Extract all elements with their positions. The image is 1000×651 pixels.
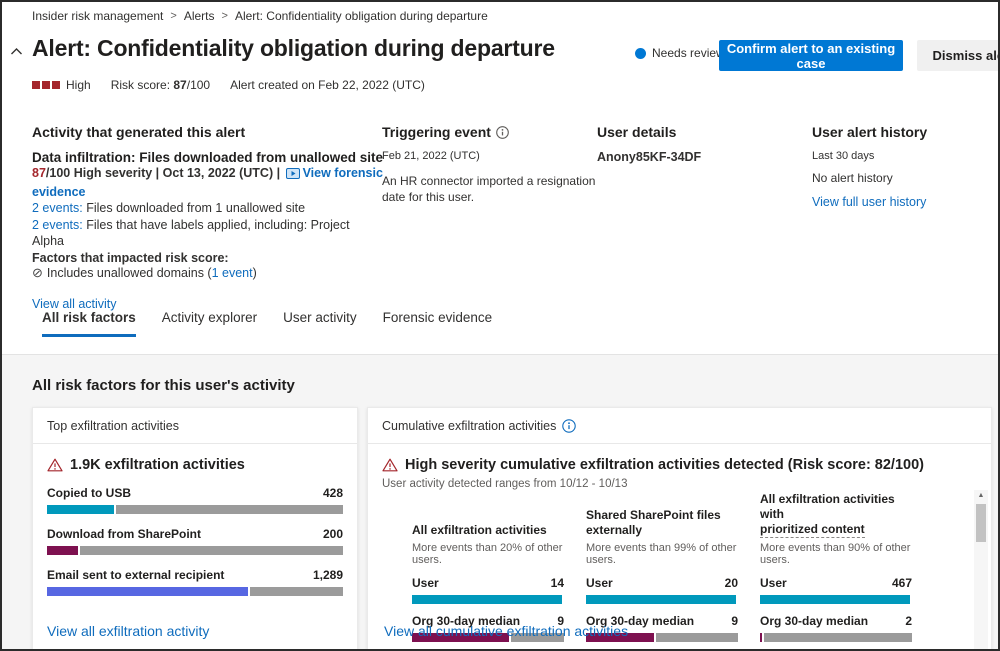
- tab-activity-explorer[interactable]: Activity explorer: [162, 310, 257, 337]
- info-icon[interactable]: [496, 126, 509, 139]
- severity-label: High: [66, 78, 91, 92]
- alert-meta-row: High Risk score: 87/100 Alert created on…: [32, 78, 425, 92]
- median-metric: Org 30-day median2: [760, 614, 912, 642]
- needs-review-dot-icon: [635, 48, 646, 59]
- activity-heading: Activity that generated this alert: [32, 124, 384, 140]
- card-scrollbar[interactable]: ▲ ▼: [974, 490, 988, 651]
- activity-event-line: 2 events: Files downloaded from 1 unallo…: [32, 200, 384, 217]
- collapse-header-button[interactable]: [7, 43, 25, 61]
- risk-factors-section: All risk factors for this user's activit…: [2, 354, 998, 651]
- events-link[interactable]: 2 events:: [32, 201, 83, 215]
- percentile-comparison: More events than 20% of other users.: [412, 542, 564, 566]
- user-metric: User467: [760, 576, 912, 604]
- forensic-evidence-icon: [286, 167, 300, 184]
- activity-date-range: User activity detected ranges from 10/12…: [382, 478, 977, 490]
- user-details-heading: User details: [597, 124, 792, 140]
- bar-value: 1,289: [313, 568, 343, 582]
- user-details-section: User details Anony85KF-34DF: [597, 124, 792, 164]
- warning-triangle-icon: [47, 458, 63, 472]
- exfiltration-bar-row: Copied to USB 428: [47, 486, 343, 514]
- bar-label: Download from SharePoint: [47, 527, 201, 541]
- cumulative-metric-column: Shared SharePoint files externally More …: [586, 504, 738, 642]
- factors-heading: Factors that impacted risk score:: [32, 251, 384, 265]
- breadcrumb: Insider risk management > Alerts > Alert…: [32, 9, 488, 23]
- anonymized-username: Anony85KF-34DF: [597, 150, 792, 164]
- page-title: Alert: Confidentiality obligation during…: [32, 35, 555, 62]
- percentile-comparison: More events than 90% of other users.: [760, 542, 912, 566]
- cumulative-columns: All exfiltration activities More events …: [412, 504, 977, 642]
- view-full-user-history-link[interactable]: View full user history: [812, 195, 926, 209]
- tab-forensic-evidence[interactable]: Forensic evidence: [383, 310, 493, 337]
- dismiss-alert-button[interactable]: Dismiss alert: [917, 40, 1000, 71]
- warning-triangle-icon: [382, 458, 398, 472]
- user-bar: [760, 595, 912, 604]
- severity-indicator: High: [32, 78, 91, 92]
- bar-value: 428: [323, 486, 343, 500]
- status-badge: Needs review: [635, 46, 725, 60]
- tab-user-activity[interactable]: User activity: [283, 310, 357, 337]
- activity-section: Activity that generated this alert Data …: [32, 124, 384, 313]
- user-bar: [586, 595, 738, 604]
- severity-squares-icon: [32, 81, 60, 89]
- view-all-activity-link[interactable]: View all activity: [32, 297, 117, 311]
- user-alert-history-heading: User alert history: [812, 124, 992, 140]
- view-all-cumulative-link[interactable]: View all cumulative exfiltration activit…: [384, 623, 628, 639]
- external-email-bar: [47, 587, 343, 596]
- top-card-headline: 1.9K exfiltration activities: [47, 457, 343, 473]
- factor-event-link[interactable]: 1 event: [212, 266, 253, 280]
- exfiltration-bar-row: Download from SharePoint 200: [47, 527, 343, 555]
- breadcrumb-alerts[interactable]: Alerts: [184, 9, 215, 23]
- breadcrumb-insider-risk[interactable]: Insider risk management: [32, 9, 163, 23]
- top-card-header: Top exfiltration activities: [33, 408, 357, 444]
- events-link[interactable]: 2 events:: [32, 218, 83, 232]
- bar-value: 200: [323, 527, 343, 541]
- info-icon[interactable]: [562, 419, 576, 433]
- user-alert-history-section: User alert history Last 30 days No alert…: [812, 124, 992, 211]
- triggering-event-date: Feb 21, 2022 (UTC): [382, 150, 620, 162]
- sharepoint-download-bar: [47, 546, 343, 555]
- insider-risk-alert-page: Insider risk management > Alerts > Alert…: [0, 0, 1000, 651]
- status-label: Needs review: [652, 46, 725, 60]
- scroll-down-icon[interactable]: ▼: [978, 646, 985, 651]
- view-all-exfiltration-link[interactable]: View all exfiltration activity: [47, 623, 209, 639]
- cumulative-card-headline: High severity cumulative exfiltration ac…: [382, 457, 977, 473]
- top-exfiltration-card: Top exfiltration activities 1.9K exfiltr…: [32, 407, 358, 651]
- triggering-event-description: An HR connector imported a resignation d…: [382, 173, 620, 205]
- risk-section-heading: All risk factors for this user's activit…: [32, 377, 295, 394]
- exfiltration-bar-row: Email sent to external recipient 1,289: [47, 568, 343, 596]
- activity-event-line: 2 events: Files that have labels applied…: [32, 217, 384, 250]
- percentile-comparison: More events than 99% of other users.: [586, 542, 738, 566]
- cumulative-metric-column: All exfiltration activities More events …: [412, 504, 564, 642]
- user-metric: User20: [586, 576, 738, 604]
- usb-copy-bar: [47, 505, 343, 514]
- tab-all-risk-factors[interactable]: All risk factors: [42, 310, 136, 337]
- history-period: Last 30 days: [812, 150, 992, 162]
- bar-label: Email sent to external recipient: [47, 568, 224, 582]
- cumulative-exfiltration-card: Cumulative exfiltration activities High …: [367, 407, 992, 651]
- breadcrumb-current: Alert: Confidentiality obligation during…: [235, 9, 488, 23]
- activity-score-line: 87/100 High severity | Oct 13, 2022 (UTC…: [32, 165, 384, 200]
- blocked-domain-icon: ⊘: [32, 265, 43, 281]
- scroll-up-icon[interactable]: ▲: [978, 490, 985, 502]
- median-bar: [760, 633, 912, 642]
- chevron-up-icon: [10, 43, 23, 61]
- user-metric: User14: [412, 576, 564, 604]
- scrollbar-thumb[interactable]: [976, 504, 986, 542]
- risk-score: Risk score: 87/100: [111, 78, 210, 92]
- bar-label: Copied to USB: [47, 486, 131, 500]
- confirm-alert-button[interactable]: Confirm alert to an existing case: [719, 40, 903, 71]
- breadcrumb-separator-icon: >: [222, 10, 228, 22]
- triggering-event-heading: Triggering event: [382, 124, 491, 140]
- tab-bar: All risk factors Activity explorer User …: [42, 310, 492, 337]
- triggering-event-section: Triggering event Feb 21, 2022 (UTC) An H…: [382, 124, 620, 205]
- tooltip-term[interactable]: prioritized content: [760, 522, 865, 538]
- cumulative-metric-column: All exfiltration activities withprioriti…: [760, 504, 912, 642]
- breadcrumb-separator-icon: >: [170, 10, 176, 22]
- cumulative-card-header: Cumulative exfiltration activities: [382, 419, 556, 433]
- alert-created-date: Alert created on Feb 22, 2022 (UTC): [230, 78, 425, 92]
- risk-factor-line: ⊘ Includes unallowed domains (1 event): [32, 265, 384, 281]
- user-bar: [412, 595, 564, 604]
- history-status: No alert history: [812, 171, 992, 185]
- activity-title: Data infiltration: Files downloaded from…: [32, 150, 384, 165]
